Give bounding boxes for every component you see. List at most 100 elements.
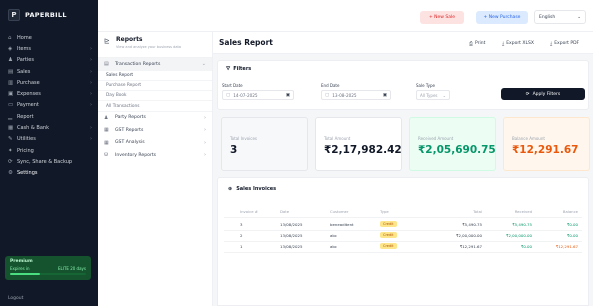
- sidebar-item-sync-share-backup[interactable]: ⟳ Sync, Share & Backup: [0, 156, 98, 167]
- table-divider: [224, 230, 582, 231]
- chevron-down-icon: ⌄: [201, 61, 206, 68]
- logout-link[interactable]: Logout: [8, 296, 23, 301]
- sidebar-item-sales[interactable]: ▤ Sales ›: [0, 66, 98, 77]
- invoices-heading: ⊛ Sales Invoices: [228, 186, 276, 192]
- chevron-right-icon: ›: [204, 152, 206, 159]
- top-bar: + New Sale + New Purchase English ⌄: [98, 0, 593, 32]
- chevron-right-icon: ›: [90, 91, 92, 98]
- report-item-purchase-report[interactable]: Purchase Report: [98, 81, 212, 92]
- column-header[interactable]: Type: [380, 209, 389, 214]
- report-group-label: Inventory Reports: [115, 152, 157, 158]
- chevron-right-icon: ›: [90, 136, 92, 143]
- document-icon: ▤: [104, 61, 109, 68]
- date-picker-icon[interactable]: ▣: [383, 93, 387, 98]
- summary-card-value: ₹12,291.67: [512, 144, 579, 156]
- chevron-down-icon: ⌄: [577, 14, 581, 20]
- chevron-right-icon: ›: [90, 125, 92, 132]
- column-header[interactable]: Balance: [563, 209, 578, 214]
- app-sidebar: P PAPERBILL ⌂ Home ◈ Items › ♟ Parties › ▤ Sales ›…: [0, 0, 98, 306]
- report-item-sales-report[interactable]: Sales Report: [98, 71, 212, 81]
- summary-card: Received Amount ₹2,05,690.75: [409, 117, 496, 171]
- export-pdf-button[interactable]: ⤓ Export PDF: [550, 39, 579, 48]
- reports-title: Reports: [116, 36, 143, 43]
- table-cell-customer: beneaditent: [330, 222, 354, 227]
- start-date-field[interactable]: ▢ 14-07-2025 ▣: [222, 90, 294, 100]
- sidebar-item-utilities[interactable]: ✎ Utilities ›: [0, 134, 98, 145]
- printer-icon: ⎙: [469, 40, 474, 47]
- bank-icon: ▦: [8, 125, 14, 132]
- sidebar-item-home[interactable]: ⌂ Home: [0, 32, 98, 43]
- report-group-label: GST Analysis: [115, 140, 145, 146]
- apply-filters-button[interactable]: ⟳ Apply Filters: [501, 88, 585, 100]
- print-button[interactable]: ⎙ Print: [469, 39, 485, 48]
- list-icon: ⊛: [228, 186, 233, 192]
- date-picker-icon[interactable]: ▣: [286, 93, 290, 98]
- report-item-all-transactions[interactable]: All Transactions: [98, 101, 212, 112]
- column-header[interactable]: Received: [515, 209, 532, 214]
- sidebar-item-label: Cash & Bank: [17, 125, 49, 132]
- tool-icon: ✎: [8, 136, 13, 143]
- download-icon: ⤓: [502, 40, 505, 47]
- table-divider: [224, 252, 582, 253]
- report-group-gst-analysis[interactable]: ▦ GST Analysis ›: [98, 137, 212, 150]
- summary-card-label: Balance Amount: [512, 136, 545, 141]
- chevron-down-icon: ⌄: [442, 92, 446, 98]
- sale-type-select[interactable]: All Types ⌄: [416, 90, 450, 100]
- chevron-right-icon: ›: [90, 102, 92, 109]
- sidebar-item-parties[interactable]: ♟ Parties ›: [0, 55, 98, 66]
- report-group-label: Transaction Reports: [115, 61, 161, 67]
- sidebar-item-cash-bank[interactable]: ▦ Cash & Bank ›: [0, 122, 98, 133]
- summary-card-value: 3: [230, 144, 238, 156]
- sidebar-item-label: Expenses: [17, 91, 41, 98]
- table-cell-total: ₹12,291.67: [459, 244, 482, 249]
- sidebar-item-purchase[interactable]: ▥ Purchase ›: [0, 77, 98, 88]
- sale-type-value: All Types: [420, 92, 438, 98]
- table-cell-invoice: 1: [240, 244, 243, 249]
- table-cell-balance: ₹0.00: [566, 233, 578, 238]
- report-group-label: Party Reports: [115, 115, 146, 121]
- table-divider: [224, 217, 582, 218]
- page-title: Sales Report: [219, 38, 273, 47]
- box-icon: ◈: [8, 45, 13, 52]
- inventory-icon: ⛁: [104, 152, 109, 159]
- export-xlsx-label: Export XLSX: [506, 41, 534, 46]
- print-label: Print: [475, 41, 486, 46]
- sidebar-item-pricing[interactable]: ✦ Pricing: [0, 145, 98, 156]
- report-group-gst-reports[interactable]: ▦ GST Reports ›: [98, 124, 212, 137]
- column-header[interactable]: Invoice #: [240, 209, 258, 214]
- column-header[interactable]: Date: [280, 209, 289, 214]
- sidebar-item-report[interactable]: ▁ Report: [0, 111, 98, 122]
- table-cell-total: ₹5,490.75: [462, 222, 482, 227]
- sidebar-item-label: Parties: [17, 57, 34, 64]
- sidebar-item-label: Payment: [17, 102, 39, 109]
- start-date-value: 14-07-2025: [233, 92, 258, 98]
- table-cell-date: 13/08/2025: [280, 244, 303, 249]
- report-group-inventory-reports[interactable]: ⛁ Inventory Reports ›: [98, 149, 212, 162]
- filters-panel: ⛛ Filters Start Date ▢ 14-07-2025 ▣ End …: [217, 60, 589, 110]
- sidebar-item-label: Home: [17, 34, 32, 41]
- report-group-transaction-reports[interactable]: ▤ Transaction Reports ⌄: [98, 58, 212, 71]
- sidebar-item-settings[interactable]: ⚙ Settings: [0, 168, 98, 179]
- column-header[interactable]: Total: [473, 209, 482, 214]
- sale-type-label: Sale Type: [416, 83, 436, 88]
- sidebar-item-expenses[interactable]: ▣ Expenses ›: [0, 88, 98, 99]
- new-sale-button[interactable]: + New Sale: [420, 11, 464, 24]
- table-cell-customer: abc: [330, 233, 337, 238]
- sidebar-item-items[interactable]: ◈ Items ›: [0, 43, 98, 54]
- language-select[interactable]: English ⌄: [534, 10, 586, 24]
- report-item-day-book[interactable]: Day Book: [98, 91, 212, 102]
- new-purchase-button[interactable]: + New Purchase: [476, 11, 528, 24]
- column-header[interactable]: Customer: [330, 209, 348, 214]
- card-icon: ▭: [8, 102, 14, 109]
- premium-card[interactable]: Premium Expires in ELITE 20 days: [5, 256, 91, 280]
- sidebar-item-label: Sync, Share & Backup: [17, 158, 73, 165]
- brand[interactable]: P PAPERBILL: [0, 0, 98, 30]
- table-cell-invoice: 3: [240, 222, 243, 227]
- filters-title: Filters: [233, 66, 252, 72]
- sidebar-item-payment[interactable]: ▭ Payment ›: [0, 100, 98, 111]
- end-date-field[interactable]: ▢ 13-08-2025 ▣: [321, 90, 391, 100]
- export-xlsx-button[interactable]: ⤓ Export XLSX: [502, 39, 534, 48]
- report-group-party-reports[interactable]: ♟ Party Reports ›: [98, 112, 212, 125]
- table-cell-customer: abc: [330, 244, 337, 249]
- brand-logo: P: [8, 9, 20, 21]
